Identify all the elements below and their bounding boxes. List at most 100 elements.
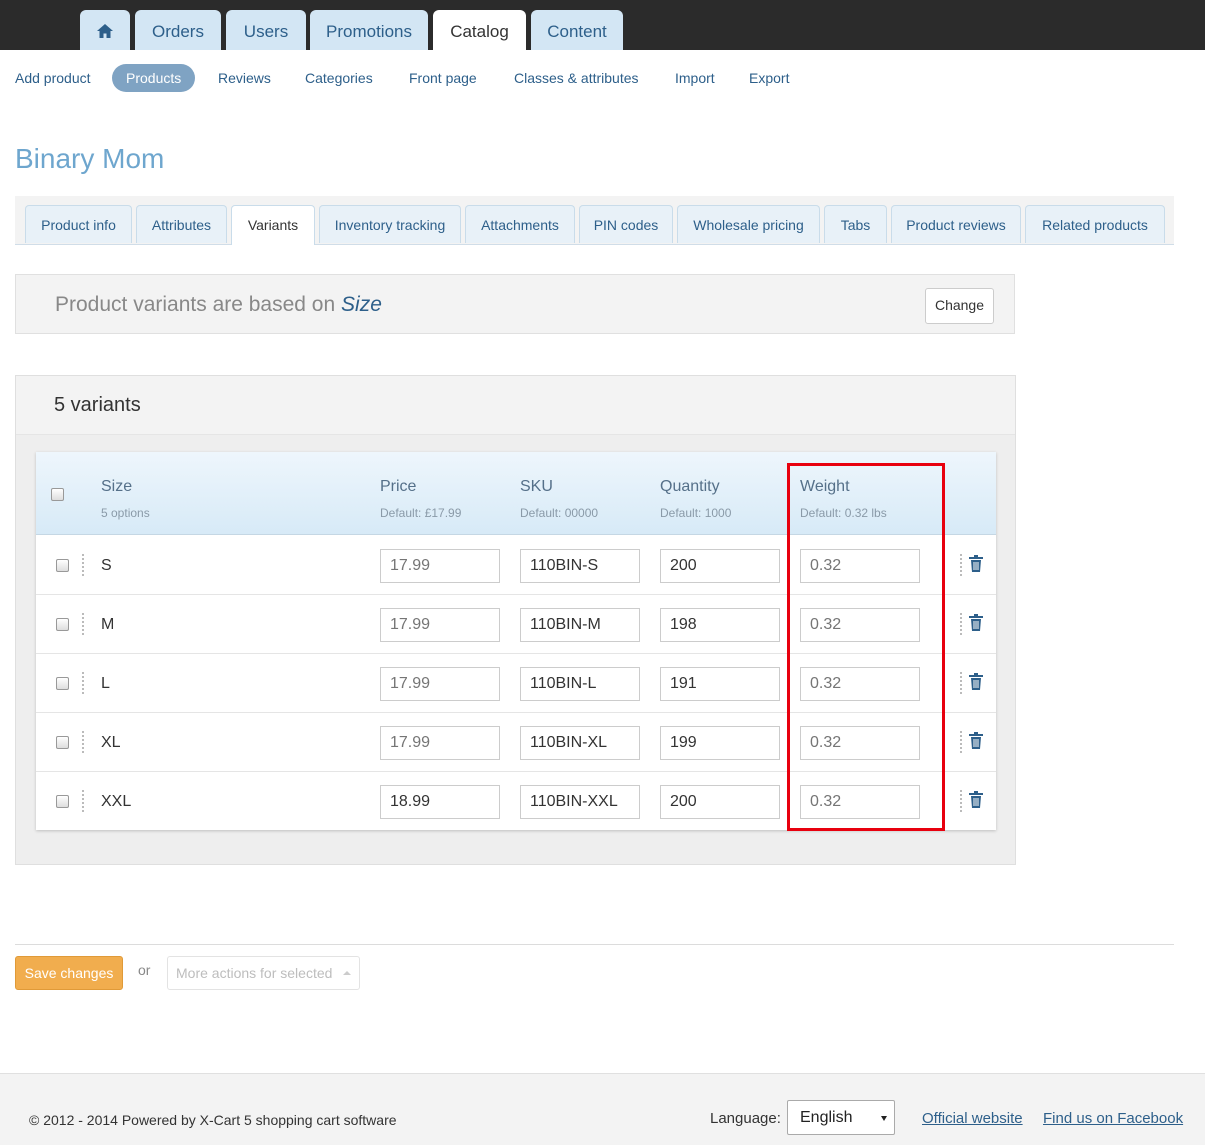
col-quantity-sub: Default: 1000 [660,506,732,520]
trash-icon[interactable] [969,791,983,808]
row-checkbox[interactable] [56,618,69,631]
variants-header: 5 variants [16,376,1015,435]
row-checkbox[interactable] [56,559,69,572]
col-size-header: Size [101,478,133,495]
page-title: Binary Mom [15,143,165,174]
trash-icon[interactable] [969,732,983,749]
caret-down-icon [881,1116,887,1121]
caret-up-icon [343,971,351,975]
row-actions-separator [960,731,964,753]
table-row: M [36,594,996,654]
tab-content[interactable]: Content [531,10,623,50]
more-actions-label: More actions for selected [176,965,333,981]
variant-size: XL [101,734,121,751]
drag-handle[interactable] [82,672,86,694]
footer: © 2012 - 2014 Powered by X-Cart 5 shoppi… [0,1073,1205,1145]
weight-input[interactable] [800,608,920,642]
table-row: L [36,653,996,713]
price-input[interactable] [380,667,500,701]
sku-input[interactable] [520,549,640,583]
table-row: XXL [36,771,996,830]
subnav-products[interactable]: Products [112,64,196,92]
subnav-reviews[interactable]: Reviews [218,64,271,92]
basis-label: Product variants are based on [55,293,336,316]
change-button[interactable]: Change [924,288,994,324]
tab-wholesale-pricing[interactable]: Wholesale pricing [677,205,820,243]
row-checkbox[interactable] [56,795,69,808]
sku-input[interactable] [520,667,640,701]
subnav-categories[interactable]: Categories [305,64,373,92]
subnav-front-page[interactable]: Front page [409,64,477,92]
weight-input[interactable] [800,785,920,819]
subnav-classes-attributes[interactable]: Classes & attributes [514,64,639,92]
drag-handle[interactable] [82,554,86,576]
price-input[interactable] [380,549,500,583]
row-checkbox[interactable] [56,736,69,749]
trash-icon[interactable] [969,555,983,572]
drag-handle[interactable] [82,613,86,635]
price-input[interactable] [380,785,500,819]
trash-icon[interactable] [969,673,983,690]
product-tabs: Product info Attributes Variants Invento… [15,196,1174,245]
tab-pin-codes[interactable]: PIN codes [579,205,673,243]
quantity-input[interactable] [660,608,780,642]
price-input[interactable] [380,608,500,642]
tab-variants[interactable]: Variants [231,205,315,245]
quantity-input[interactable] [660,785,780,819]
tab-tabs[interactable]: Tabs [824,205,887,243]
row-actions-separator [960,613,964,635]
tab-attributes[interactable]: Attributes [136,205,227,243]
quantity-input[interactable] [660,549,780,583]
variants-basis-text: Product variants are based on Size [55,293,382,317]
table-row: XL [36,712,996,772]
variant-size: L [101,675,110,692]
price-input[interactable] [380,726,500,760]
tab-orders[interactable]: Orders [135,10,221,50]
variant-size: M [101,616,115,633]
tab-product-reviews[interactable]: Product reviews [891,205,1021,243]
subnav-import[interactable]: Import [675,64,715,92]
or-separator: or [138,962,151,978]
tab-users[interactable]: Users [226,10,306,50]
language-select[interactable]: English [787,1100,895,1135]
sku-input[interactable] [520,726,640,760]
drag-handle[interactable] [82,790,86,812]
subnav-export[interactable]: Export [749,64,789,92]
more-actions-dropdown[interactable]: More actions for selected [167,956,360,990]
quantity-input[interactable] [660,667,780,701]
weight-input[interactable] [800,667,920,701]
tab-product-info[interactable]: Product info [25,205,132,243]
row-checkbox[interactable] [56,677,69,690]
col-sku-sub: Default: 00000 [520,506,599,520]
quantity-input[interactable] [660,726,780,760]
facebook-link[interactable]: Find us on Facebook [1043,1110,1183,1127]
save-changes-button[interactable]: Save changes [15,956,123,990]
table-header: Size 5 options Price Default: £17.99 SKU… [36,452,996,535]
sku-input[interactable] [520,608,640,642]
weight-input[interactable] [800,726,920,760]
select-all-checkbox[interactable] [51,488,64,501]
top-nav-bar: Orders Users Promotions Catalog Content [0,0,1205,50]
col-sku-header: SKU [520,478,553,495]
drag-handle[interactable] [82,731,86,753]
actions-divider [15,944,1174,945]
tab-label: Orders [152,22,204,41]
tab-home[interactable] [80,10,130,50]
tab-inventory-tracking[interactable]: Inventory tracking [319,205,461,243]
language-label: Language: [710,1110,781,1127]
official-website-link[interactable]: Official website [922,1110,1023,1127]
sku-input[interactable] [520,785,640,819]
variant-size: XXL [101,793,132,810]
table-row: S [36,535,996,595]
row-actions-separator [960,554,964,576]
variants-count-title: 5 variants [54,394,141,416]
trash-icon[interactable] [969,614,983,631]
subnav-add-product[interactable]: Add product [15,64,91,92]
tab-catalog[interactable]: Catalog [433,10,526,50]
tab-related-products[interactable]: Related products [1025,205,1165,243]
tab-promotions[interactable]: Promotions [310,10,428,50]
language-value: English [800,1109,853,1126]
variant-size: S [101,557,112,574]
tab-attachments[interactable]: Attachments [465,205,575,243]
weight-input[interactable] [800,549,920,583]
